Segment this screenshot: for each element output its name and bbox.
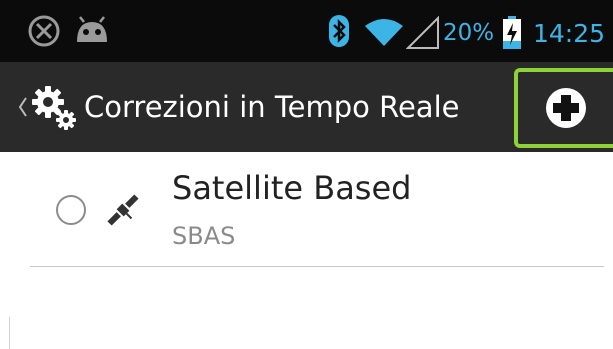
scroll-edge — [9, 317, 10, 349]
list-item[interactable]: Satellite Based SBAS — [0, 152, 613, 270]
action-bar: Correzioni in Tempo Reale — [0, 62, 613, 152]
add-button[interactable] — [514, 68, 613, 148]
satellite-icon — [107, 194, 139, 226]
android-icon — [77, 16, 107, 42]
action-bar-title: Correzioni in Tempo Reale — [84, 90, 460, 124]
gears-icon — [32, 86, 76, 130]
status-bar: 20% 14:25 — [0, 0, 613, 62]
battery-charging-icon — [503, 16, 521, 49]
radio-button[interactable] — [56, 195, 86, 225]
divider — [30, 266, 604, 267]
up-navigation[interactable] — [14, 78, 78, 136]
chevron-left-icon — [18, 97, 27, 117]
wifi-icon — [365, 19, 403, 46]
add-circle-icon — [546, 88, 586, 128]
battery-percent: 20% — [443, 20, 495, 46]
list-item-subtitle: SBAS — [172, 222, 236, 250]
bluetooth-icon — [329, 15, 349, 47]
content-area: Satellite Based SBAS — [0, 152, 613, 349]
list-item-title: Satellite Based — [172, 169, 412, 207]
clock: 14:25 — [533, 19, 606, 48]
cell-signal-icon — [406, 16, 439, 49]
blocked-circle-icon — [28, 15, 60, 47]
